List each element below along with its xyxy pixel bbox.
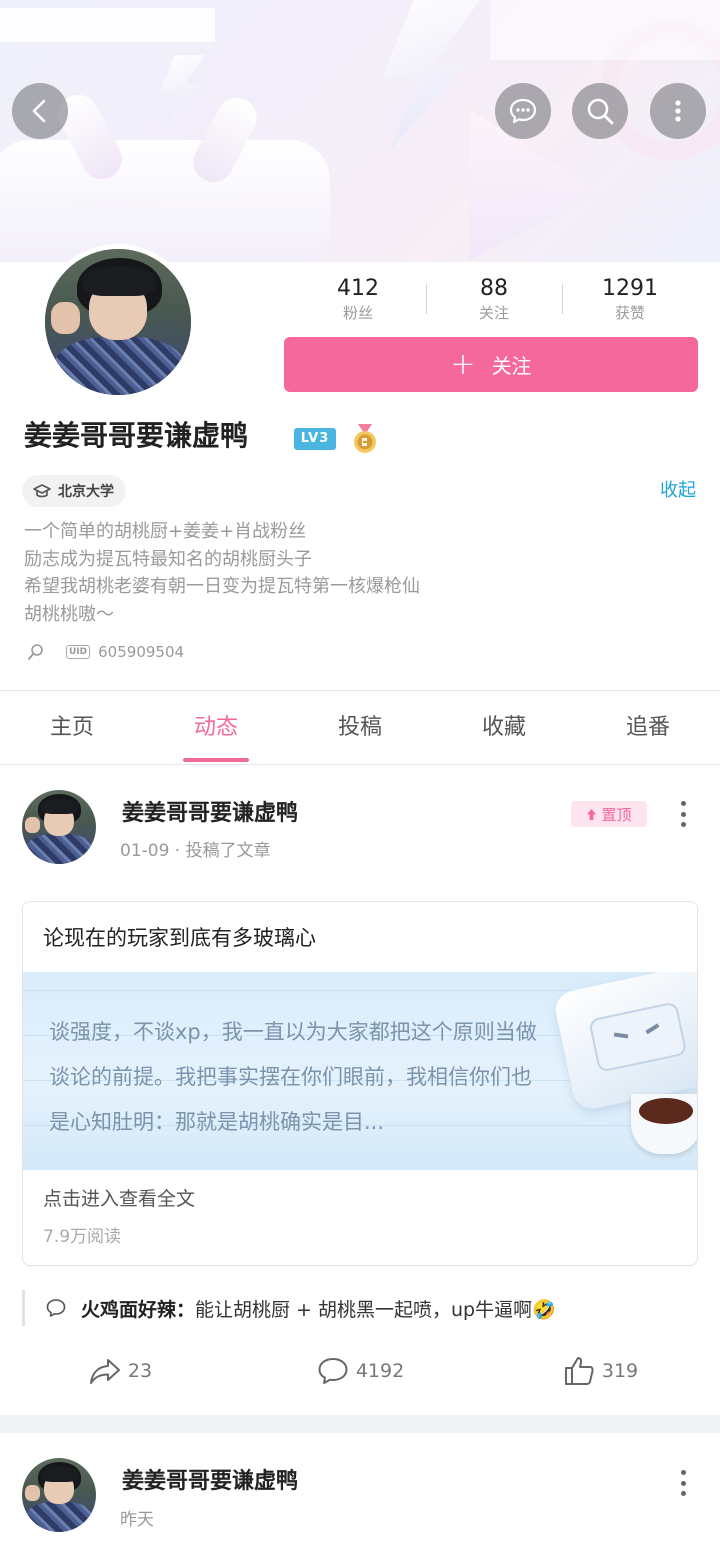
uid-row[interactable]: UID 605909504 <box>66 643 184 661</box>
bio-line: 胡桃桃嗷～ <box>24 603 114 625</box>
search-icon <box>587 98 614 125</box>
share-count: 23 <box>127 1360 153 1382</box>
tv-mascot-icon <box>552 972 697 1113</box>
arrow-up-icon <box>587 808 597 820</box>
article-card[interactable]: 论现在的玩家到底有多玻璃心 谈强度，不谈xp，我一直以为大家都把这个原则当做谈论… <box>22 901 698 1266</box>
comment-username[interactable]: 火鸡面好辣： <box>81 1299 195 1321</box>
comment-bubble-icon <box>318 1358 348 1384</box>
top-comment[interactable]: 火鸡面好辣：能让胡桃厨 + 胡桃黑一起喷，up牛逼啊🤣 <box>22 1290 712 1326</box>
tab-anime[interactable]: 追番 <box>576 692 720 764</box>
banner-decoration <box>381 0 480 150</box>
plus-icon: + <box>450 346 476 382</box>
pinned-badge: 置顶 <box>571 801 647 827</box>
comment-icon <box>46 1299 66 1317</box>
bio-line: 励志成为提瓦特最知名的胡桃厨头子 <box>24 548 312 570</box>
comment-text: 能让胡桃厨 + 胡桃黑一起喷，up牛逼啊🤣 <box>195 1298 556 1321</box>
stat-label: 关注 <box>478 304 509 322</box>
profile-meta: UID 605909504 <box>26 642 184 662</box>
stat-value: 412 <box>337 276 379 301</box>
post-author-avatar[interactable] <box>22 790 96 864</box>
chevron-left-icon <box>32 99 46 123</box>
level-badge: LV3 <box>294 428 336 450</box>
more-vertical-icon <box>675 100 681 122</box>
banner-decoration <box>0 140 330 262</box>
profile-tabs: 主页 动态 投稿 收藏 追番 <box>0 692 720 764</box>
search-button[interactable] <box>572 83 628 139</box>
post-author-name[interactable]: 姜姜哥哥要谦虚鸭 <box>122 1463 298 1495</box>
stat-fans[interactable]: 412 粉丝 <box>290 276 426 324</box>
uid-value: 605909504 <box>98 643 185 661</box>
coffee-cup-icon <box>631 1094 697 1154</box>
post-actions: 23 4192 319 <box>0 1346 720 1396</box>
banner-decoration <box>159 55 205 125</box>
post-subtitle: 昨天 <box>120 1510 154 1530</box>
post-separator <box>0 1415 720 1433</box>
read-count: 7.9万阅读 <box>43 1227 122 1247</box>
stat-label: 粉丝 <box>342 304 373 322</box>
avatar-photo <box>45 249 191 395</box>
comment-content: 火鸡面好辣：能让胡桃厨 + 胡桃黑一起喷，up牛逼啊🤣 <box>81 1295 556 1322</box>
back-button[interactable] <box>12 83 68 139</box>
avatar-photo <box>22 1458 96 1532</box>
medal-icon <box>354 424 376 453</box>
divider <box>0 690 720 691</box>
avatar-photo <box>22 790 96 864</box>
tab-dynamics[interactable]: 动态 <box>144 692 288 764</box>
comment-count: 4192 <box>355 1360 405 1382</box>
divider <box>0 764 720 765</box>
article-title: 论现在的玩家到底有多玻璃心 <box>43 926 316 950</box>
stat-following[interactable]: 88 关注 <box>426 276 562 324</box>
school-label: 北京大学 <box>58 484 114 500</box>
post-subtitle: 01-09 · 投稿了文章 <box>120 841 271 861</box>
comment-button[interactable]: 4192 <box>240 1346 480 1396</box>
stat-value: 1291 <box>602 276 658 301</box>
follow-label: 关注 <box>491 354 532 378</box>
stat-label: 获赞 <box>614 304 645 322</box>
messages-button[interactable] <box>495 83 551 139</box>
collapse-bio-link[interactable]: 收起 <box>660 476 696 502</box>
tab-home[interactable]: 主页 <box>0 692 144 764</box>
profile-banner <box>0 0 720 262</box>
post-author-avatar[interactable] <box>22 1458 96 1532</box>
share-arrow-icon <box>89 1359 120 1384</box>
like-count: 319 <box>601 1360 639 1382</box>
article-preview: 谈强度，不谈xp，我一直以为大家都把这个原则当做谈论的前提。我把事实摆在你们眼前… <box>23 972 697 1170</box>
location-pin-icon[interactable] <box>26 642 46 662</box>
profile-avatar[interactable] <box>40 244 196 400</box>
article-preview-text: 谈强度，不谈xp，我一直以为大家都把这个原则当做谈论的前提。我把事实摆在你们眼前… <box>49 1020 537 1134</box>
like-button[interactable]: 319 <box>480 1346 720 1396</box>
stat-value: 88 <box>480 276 508 301</box>
tab-submissions[interactable]: 投稿 <box>288 692 432 764</box>
pinned-label: 置顶 <box>601 805 632 824</box>
tab-favorites[interactable]: 收藏 <box>432 692 576 764</box>
thumbs-up-icon <box>564 1357 594 1385</box>
stat-likes[interactable]: 1291 获赞 <box>562 276 698 324</box>
profile-username: 姜姜哥哥要谦虚鸭 <box>24 419 249 452</box>
school-tag[interactable]: 北京大学 <box>22 475 126 507</box>
profile-stats: 412 粉丝 88 关注 1291 获赞 <box>290 276 698 324</box>
post-author-name[interactable]: 姜姜哥哥要谦虚鸭 <box>122 795 298 827</box>
post-more-icon[interactable] <box>673 799 693 829</box>
chat-bubble-icon <box>509 98 537 124</box>
share-button[interactable]: 23 <box>0 1346 240 1396</box>
read-full-link[interactable]: 点击进入查看全文 <box>43 1184 195 1211</box>
graduation-cap-icon <box>33 484 51 498</box>
post-more-icon[interactable] <box>673 1468 693 1498</box>
banner-decoration <box>0 8 215 42</box>
follow-button[interactable]: + 关注 <box>284 337 698 392</box>
uid-icon: UID <box>66 645 91 659</box>
bio-line: 一个简单的胡桃厨+姜姜+肖战粉丝 <box>24 521 307 542</box>
profile-bio: 一个简单的胡桃厨+姜姜+肖战粉丝 励志成为提瓦特最知名的胡桃厨头子 希望我胡桃老… <box>24 518 544 628</box>
banner-decoration <box>490 0 720 60</box>
bio-line: 希望我胡桃老婆有朝一日变为提瓦特第一核爆枪仙 <box>24 576 420 597</box>
more-button[interactable] <box>650 83 706 139</box>
